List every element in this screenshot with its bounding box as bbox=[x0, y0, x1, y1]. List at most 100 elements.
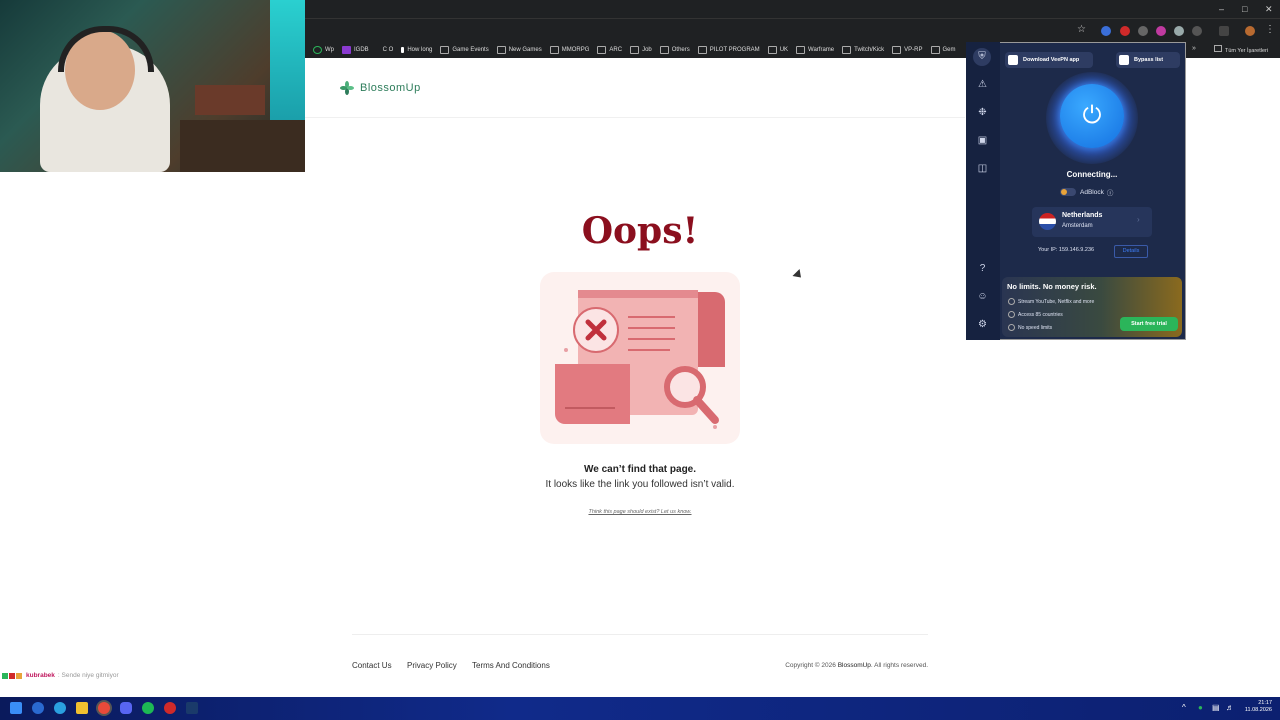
steam-icon[interactable] bbox=[186, 702, 198, 714]
taskbar-clock[interactable]: 21:17 11.08.2026 bbox=[1238, 700, 1272, 714]
bookmark-folder[interactable]: VP-RP bbox=[892, 46, 923, 54]
tray-chevron-icon[interactable]: ^ bbox=[1182, 703, 1186, 712]
ip-address: Your IP: 159.146.9.236 bbox=[1038, 247, 1095, 253]
power-button[interactable]: ⏻ bbox=[1060, 84, 1124, 148]
badge-icon bbox=[2, 672, 8, 679]
page-not-found-illustration bbox=[540, 272, 740, 444]
footer-link-privacy[interactable]: Privacy Policy bbox=[407, 661, 457, 670]
bookmark-folder[interactable]: Twitch/Kick bbox=[842, 46, 884, 54]
bookmark-item[interactable]: IGDB bbox=[342, 46, 369, 54]
report-missing-page-link[interactable]: Think this page should exist? Let us kno… bbox=[500, 509, 780, 515]
sidepanel-icon[interactable] bbox=[1219, 26, 1229, 36]
vpn-alarm-icon[interactable]: ⚠ bbox=[976, 78, 989, 91]
adblock-toggle[interactable]: AdBlock ⓘ bbox=[1060, 187, 1130, 197]
avatar[interactable] bbox=[1245, 26, 1255, 36]
folder-icon bbox=[440, 46, 450, 54]
bookmark-item[interactable]: How long bbox=[401, 47, 432, 53]
chrome-icon[interactable] bbox=[98, 702, 110, 714]
promo-perk: Access 85 countries bbox=[1008, 311, 1063, 318]
footer-link-terms[interactable]: Terms And Conditions bbox=[472, 661, 550, 670]
bookmark-folder[interactable]: New Games bbox=[496, 46, 542, 54]
tray-network-icon[interactable]: ▤ bbox=[1212, 703, 1220, 712]
restore-icon[interactable]: □ bbox=[1242, 4, 1247, 14]
site-logo[interactable]: BlossomUp bbox=[340, 81, 421, 95]
folder-icon bbox=[597, 46, 607, 54]
folder-icon bbox=[842, 46, 852, 54]
site-brand-name: BlossomUp bbox=[360, 82, 421, 94]
chevron-right-icon: › bbox=[1137, 215, 1140, 224]
discord-icon[interactable] bbox=[120, 702, 132, 714]
star-icon[interactable]: ☆ bbox=[1077, 24, 1086, 35]
extension-icon[interactable] bbox=[1101, 26, 1111, 36]
bookmark-item[interactable]: Wp bbox=[313, 46, 334, 54]
download-icon bbox=[1008, 55, 1018, 65]
footer-link-contact[interactable]: Contact Us bbox=[352, 661, 392, 670]
download-app-button[interactable]: Download VeePN app bbox=[1005, 52, 1093, 68]
info-icon[interactable]: ⓘ bbox=[1107, 187, 1114, 197]
power-icon: ⏻ bbox=[1082, 102, 1102, 129]
connection-status: Connecting... bbox=[1066, 170, 1118, 179]
vpn-settings-icon[interactable]: ⚙ bbox=[976, 318, 989, 331]
extension-icon[interactable] bbox=[1138, 26, 1148, 36]
puzzle-icon[interactable] bbox=[1192, 26, 1202, 36]
location-city: Amsterdam bbox=[1062, 223, 1093, 229]
mouse-cursor bbox=[792, 268, 805, 282]
chat-username: kubrabek bbox=[26, 672, 55, 679]
bookmark-folder[interactable]: Gem bbox=[930, 46, 956, 54]
promo-perk: No speed limits bbox=[1008, 324, 1052, 331]
stream-chat-line: kubrabek : Sende niye gitmiyor bbox=[2, 672, 119, 679]
bookmark-folder[interactable]: UK bbox=[767, 46, 788, 54]
vpn-gallery-icon[interactable]: ▣ bbox=[976, 134, 989, 147]
vpn-help-icon[interactable]: ? bbox=[976, 262, 989, 275]
error-message-body: It looks like the link you followed isn’… bbox=[545, 479, 735, 490]
check-icon bbox=[1008, 324, 1015, 331]
header-divider bbox=[305, 117, 965, 118]
minimize-icon[interactable]: – bbox=[1219, 4, 1224, 14]
extension-icon[interactable] bbox=[1156, 26, 1166, 36]
bookmark-folder[interactable]: Others bbox=[659, 46, 690, 54]
folder-icon bbox=[697, 46, 707, 54]
bookmark-folder[interactable]: Warframe bbox=[796, 46, 834, 54]
search-icon[interactable] bbox=[32, 702, 44, 714]
footer-divider bbox=[352, 634, 928, 635]
bookmark-folder[interactable]: MMORPG bbox=[549, 46, 589, 54]
vpn-devices-icon[interactable]: ◫ bbox=[976, 162, 989, 175]
bookmark-item[interactable]: C O bbox=[377, 47, 394, 53]
edge-icon[interactable] bbox=[54, 702, 66, 714]
location-country: Netherlands bbox=[1062, 212, 1103, 219]
more-bookmarks-icon[interactable]: » bbox=[1192, 45, 1196, 52]
tray-volume-icon[interactable]: ♬ bbox=[1226, 703, 1234, 712]
menu-dots-icon[interactable]: ⋮ bbox=[1265, 24, 1275, 35]
bookmark-folder[interactable]: PILOT PROGRAM bbox=[697, 46, 760, 54]
bookmark-folder[interactable]: Game Events bbox=[440, 46, 489, 54]
blossom-logo-icon bbox=[340, 81, 354, 95]
folder-icon bbox=[659, 46, 669, 54]
vpn-extension-icon[interactable] bbox=[1174, 26, 1184, 36]
toggle-switch[interactable] bbox=[1060, 188, 1076, 196]
close-icon[interactable]: ✕ bbox=[1265, 4, 1273, 15]
copyright-text: Copyright © 2026 BlossomUp. All rights r… bbox=[785, 662, 928, 669]
spotify-icon[interactable] bbox=[142, 702, 154, 714]
extension-icon[interactable] bbox=[1120, 26, 1130, 36]
bookmark-folder[interactable]: ARC bbox=[597, 46, 622, 54]
folder-icon bbox=[630, 46, 640, 54]
app-icon[interactable] bbox=[164, 702, 176, 714]
folder-icon bbox=[796, 46, 806, 54]
check-icon bbox=[1008, 311, 1015, 318]
webcam-overlay bbox=[0, 0, 305, 172]
start-free-trial-button[interactable]: Start free trial bbox=[1120, 317, 1178, 331]
vpn-account-icon[interactable]: ☺ bbox=[976, 290, 989, 303]
vpn-bug-icon[interactable]: ❉ bbox=[976, 106, 989, 119]
start-icon[interactable] bbox=[10, 702, 22, 714]
chat-message: : Sende niye gitmiyor bbox=[57, 672, 119, 679]
all-bookmarks-folder[interactable]: Tüm Yer İşaretleri bbox=[1214, 45, 1268, 54]
netherlands-flag-icon bbox=[1039, 213, 1056, 230]
badge-icon bbox=[9, 672, 15, 679]
details-button[interactable]: Details bbox=[1114, 245, 1148, 258]
bypass-list-button[interactable]: Bypass list bbox=[1116, 52, 1180, 68]
tray-mic-icon[interactable]: ● bbox=[1198, 703, 1203, 712]
file-explorer-icon[interactable] bbox=[76, 702, 88, 714]
bookmark-folder[interactable]: Job bbox=[630, 46, 652, 54]
vpn-shield-icon[interactable]: ⛨ bbox=[973, 48, 991, 66]
folder-icon bbox=[767, 46, 777, 54]
